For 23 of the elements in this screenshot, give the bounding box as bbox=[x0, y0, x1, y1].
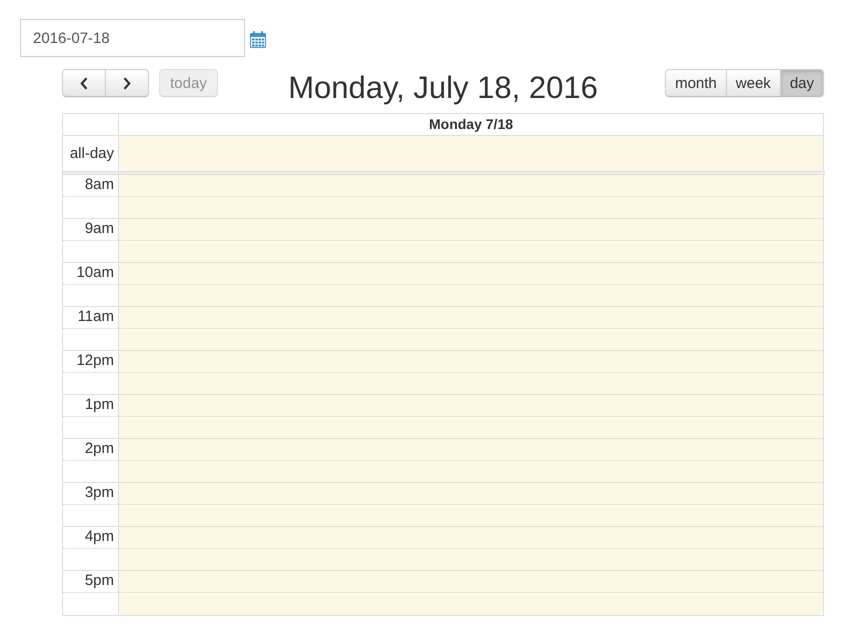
calendar-title: Monday, July 18, 2016 bbox=[288, 69, 598, 106]
day-header: Monday 7/18 bbox=[428, 115, 514, 134]
next-button[interactable] bbox=[105, 69, 149, 97]
previous-button[interactable] bbox=[62, 69, 106, 97]
time-label: 3pm bbox=[84, 483, 114, 503]
view-button[interactable]: day bbox=[780, 69, 824, 97]
time-label: 5pm bbox=[84, 571, 114, 591]
time-label: 12pm bbox=[76, 351, 114, 371]
chevron-right-icon bbox=[123, 76, 131, 90]
time-label: 9am bbox=[84, 219, 114, 239]
calendar-icon[interactable] bbox=[250, 30, 266, 48]
time-label: 2pm bbox=[84, 439, 114, 459]
time-label: 8am bbox=[84, 175, 114, 195]
time-label: 1pm bbox=[84, 395, 114, 415]
all-day-cell[interactable] bbox=[119, 136, 823, 171]
chevron-left-icon bbox=[80, 76, 88, 90]
view-button[interactable]: week bbox=[726, 69, 781, 97]
time-label: 4pm bbox=[84, 527, 114, 547]
time-label: 11am bbox=[78, 307, 114, 327]
all-day-label: all-day bbox=[70, 145, 114, 162]
date-field[interactable]: 2016-07-18 bbox=[20, 19, 245, 57]
time-label: 10am bbox=[76, 263, 114, 283]
view-button[interactable]: month bbox=[665, 69, 727, 97]
